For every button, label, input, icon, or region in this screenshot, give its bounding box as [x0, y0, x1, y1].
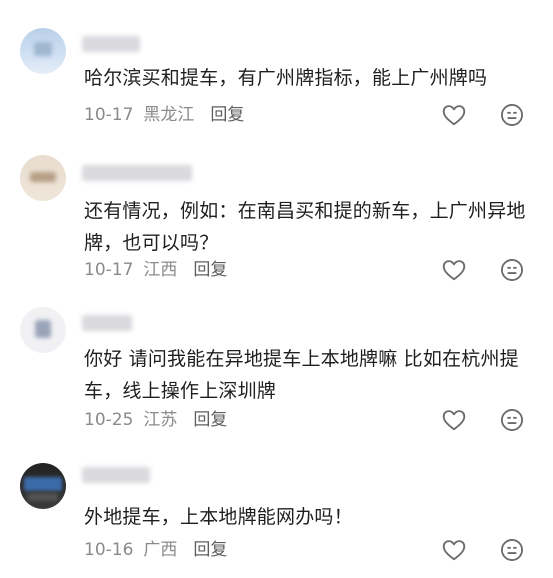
comment-text: 你好 请问我能在异地提车上本地牌嘛 比如在杭州提车，线上操作上深圳牌: [84, 348, 519, 402]
comment-meta: 10-25 江苏 回复: [84, 408, 227, 432]
comment-location: 广西: [143, 540, 178, 560]
username-blurred[interactable]: [82, 315, 132, 331]
comment-text: 还有情况，例如：在南昌买和提的新车，上广州异地牌，也可以吗？: [84, 200, 526, 254]
neutral-face-icon[interactable]: [499, 537, 525, 563]
heart-outline-icon[interactable]: [441, 257, 467, 283]
neutral-face-icon[interactable]: [499, 102, 525, 128]
comment-meta: 10-17 黑龙江 回复: [84, 103, 244, 127]
comment-meta: 10-17 江西 回复: [84, 258, 227, 282]
avatar[interactable]: [20, 463, 66, 509]
reply-button[interactable]: 回复: [193, 260, 227, 280]
comment-date: 10-17: [84, 105, 134, 125]
comment-date: 10-17: [84, 260, 134, 280]
comment-text: 外地提车，上本地牌能网办吗！: [84, 506, 353, 528]
comment-item: 还有情况，例如：在南昌买和提的新车，上广州异地牌，也可以吗？ 10-17 江西 回复: [0, 135, 553, 295]
comment-location: 江苏: [143, 410, 178, 430]
heart-outline-icon[interactable]: [441, 537, 467, 563]
neutral-face-icon[interactable]: [499, 257, 525, 283]
comment-item: 你好 请问我能在异地提车上本地牌嘛 比如在杭州提车，线上操作上深圳牌 10-25…: [0, 295, 553, 445]
username-blurred[interactable]: [82, 165, 192, 181]
comment-text: 哈尔滨买和提车，有广州牌指标，能上广州牌吗: [84, 67, 488, 89]
heart-outline-icon[interactable]: [441, 102, 467, 128]
avatar[interactable]: [20, 28, 66, 74]
reply-button[interactable]: 回复: [210, 105, 244, 125]
comment-location: 江西: [143, 260, 178, 280]
comment-location: 黑龙江: [143, 105, 195, 125]
username-blurred[interactable]: [82, 36, 140, 52]
username-blurred[interactable]: [82, 467, 150, 483]
avatar[interactable]: [20, 307, 66, 353]
comment-meta: 10-16 广西 回复: [84, 538, 227, 562]
comment-date: 10-16: [84, 540, 134, 560]
heart-outline-icon[interactable]: [441, 407, 467, 433]
comment-date: 10-25: [84, 410, 134, 430]
reply-button[interactable]: 回复: [193, 540, 227, 560]
neutral-face-icon[interactable]: [499, 407, 525, 433]
comment-item: 外地提车，上本地牌能网办吗！ 10-16 广西 回复: [0, 445, 553, 578]
comment-item: 哈尔滨买和提车，有广州牌指标，能上广州牌吗 10-17 黑龙江 回复: [0, 0, 553, 135]
avatar[interactable]: [20, 155, 66, 201]
reply-button[interactable]: 回复: [193, 410, 227, 430]
